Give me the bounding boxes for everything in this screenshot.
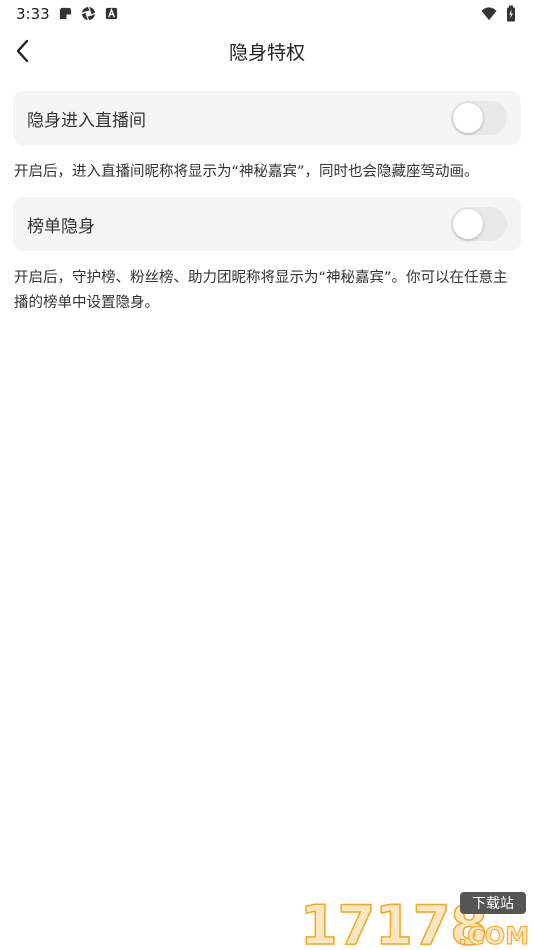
watermark-domain: .COM [458,922,529,948]
battery-charging-icon [507,5,515,22]
page-title: 隐身特权 [228,42,305,64]
setting-card-hide-enter-room: 隐身进入直播间 [13,91,521,145]
status-bar: 3:33 [0,0,534,28]
wifi-icon [481,7,497,21]
toggle-knob [453,209,483,239]
notification-app-icon [59,7,72,20]
setting-description-hide-on-ranking: 开启后，守护榜、粉丝榜、助力团昵称将显示为“神秘嘉宾”。你可以在任意主播的榜单中… [14,270,508,311]
setting-label-hide-enter-room: 隐身进入直播间 [27,111,146,131]
status-icons-left [58,6,119,21]
setting-card-hide-on-ranking: 榜单隐身 [13,197,521,251]
app-header: 隐身特权 [0,28,534,74]
setting-label-hide-on-ranking: 榜单隐身 [27,217,95,237]
status-time: 3:33 [16,5,50,23]
toggle-hide-on-ranking[interactable] [451,207,507,241]
watermark-tag: 下载站 [472,896,514,912]
site-watermark-logo: 17178 下载站 .COM [300,892,530,948]
setting-description-hide-enter-room: 开启后，进入直播间昵称将显示为“神秘嘉宾”，同时也会隐藏座驾动画。 [14,164,479,180]
a-icon [105,7,118,20]
status-icons-right [480,5,516,22]
toggle-knob [453,103,483,133]
aperture-icon [81,6,96,21]
toggle-hide-enter-room[interactable] [451,101,507,135]
